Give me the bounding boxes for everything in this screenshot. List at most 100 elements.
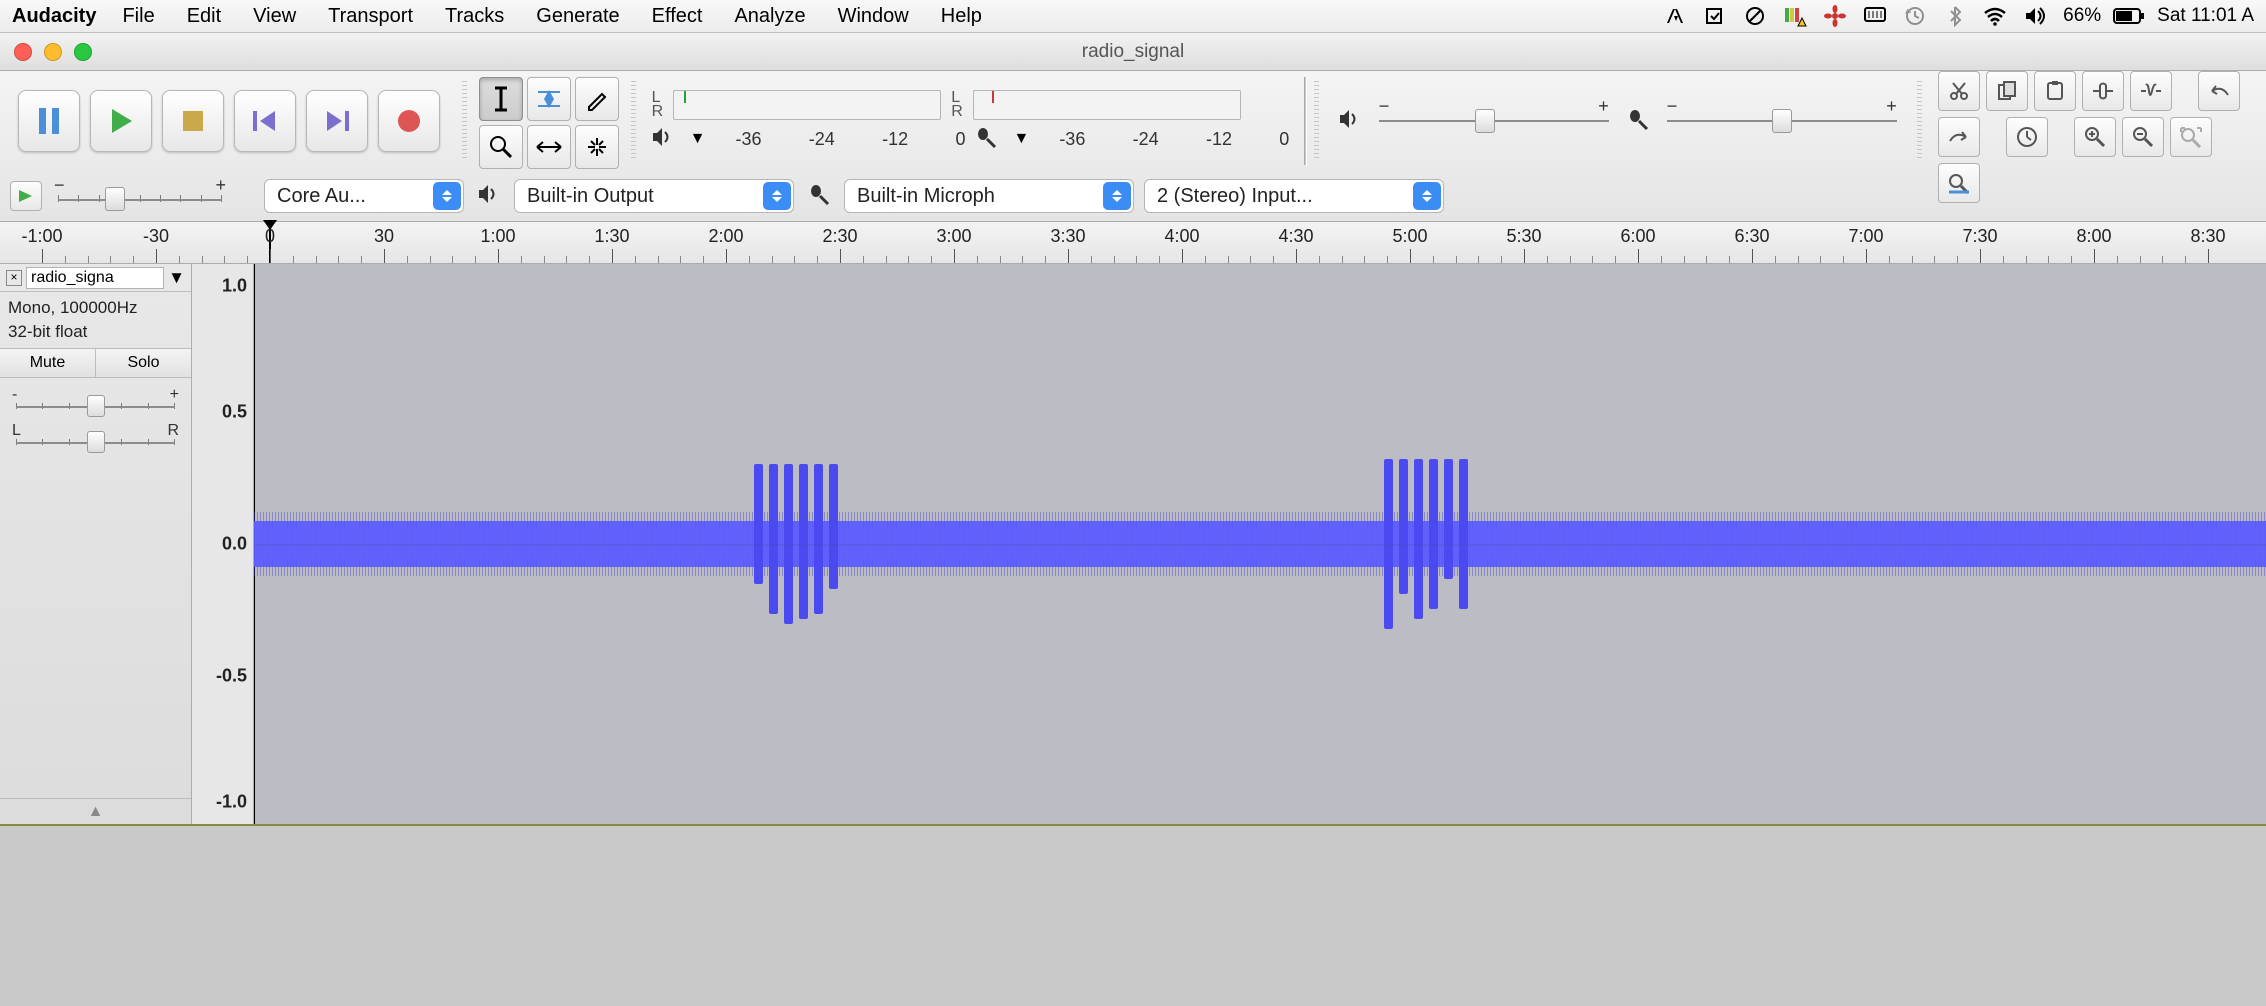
ruler-label: 0 xyxy=(265,226,275,247)
minimize-window-button[interactable] xyxy=(44,43,62,61)
play-at-speed-button[interactable] xyxy=(10,181,42,211)
status-tray: 66% Sat 11:01 A xyxy=(1663,4,2254,28)
input-volume-slider[interactable]: −+ xyxy=(1667,108,1897,134)
skip-end-button[interactable] xyxy=(306,90,368,152)
tools-toolbar xyxy=(471,71,627,171)
close-window-button[interactable] xyxy=(14,43,32,61)
input-volume-icon xyxy=(1627,108,1649,135)
battery-warn-icon[interactable] xyxy=(1783,4,1807,28)
block-icon[interactable] xyxy=(1743,4,1767,28)
copy-button[interactable] xyxy=(1986,71,2028,111)
ruler-label: 7:00 xyxy=(1848,226,1883,247)
zoom-tool-button[interactable] xyxy=(479,125,523,169)
menu-tracks[interactable]: Tracks xyxy=(445,5,504,28)
output-volume-slider[interactable]: −+ xyxy=(1379,108,1609,134)
ruler-label: 5:30 xyxy=(1506,226,1541,247)
record-db-scale: -36-24-120 xyxy=(1059,129,1289,150)
multi-tool-button[interactable] xyxy=(575,125,619,169)
playback-meter-menu-icon[interactable]: ▼ xyxy=(690,130,706,148)
paste-button[interactable] xyxy=(2034,71,2076,111)
timeline-ruler[interactable]: -1:00-300301:001:302:002:303:003:304:004… xyxy=(0,222,2266,264)
record-button[interactable] xyxy=(378,90,440,152)
bluetooth-icon[interactable] xyxy=(1943,4,1967,28)
timemachine-icon[interactable] xyxy=(1903,4,1927,28)
record-meter-menu-icon[interactable]: ▼ xyxy=(1013,130,1029,148)
ruler-label: 4:00 xyxy=(1164,226,1199,247)
fit-selection-button[interactable] xyxy=(2170,117,2212,157)
record-meter[interactable] xyxy=(973,90,1241,120)
track-menu-icon[interactable]: ▼ xyxy=(168,268,185,288)
playback-db-scale: -36-24-120 xyxy=(735,129,965,150)
footer-area xyxy=(0,824,2266,850)
menu-edit[interactable]: Edit xyxy=(187,5,221,28)
ruler-label: 2:30 xyxy=(822,226,857,247)
vertical-scale[interactable]: 1.00.50.0-0.5-1.0 xyxy=(192,264,254,824)
output-device-select[interactable]: Built-in Output xyxy=(514,179,794,213)
envelope-tool-button[interactable] xyxy=(527,77,571,121)
cut-button[interactable] xyxy=(1938,71,1980,111)
zoom-out-button[interactable] xyxy=(2122,117,2164,157)
playback-speed-slider[interactable]: −+ xyxy=(52,181,228,211)
menu-generate[interactable]: Generate xyxy=(536,5,619,28)
timeshift-tool-button[interactable] xyxy=(527,125,571,169)
track-close-button[interactable]: × xyxy=(6,270,22,286)
selection-tool-button[interactable] xyxy=(479,77,523,121)
zoom-in-button[interactable] xyxy=(2074,117,2116,157)
draw-tool-button[interactable] xyxy=(575,77,619,121)
ruler-label: 3:30 xyxy=(1050,226,1085,247)
mic-icon[interactable] xyxy=(975,126,1003,153)
battery-percent: 66% xyxy=(2063,5,2101,27)
ruler-label: -1:00 xyxy=(21,226,62,247)
track-pan-slider[interactable]: LR xyxy=(12,424,179,454)
input-channels-select[interactable]: 2 (Stereo) Input... xyxy=(1144,179,1444,213)
silence-button[interactable] xyxy=(2130,71,2172,111)
redo-button[interactable] xyxy=(1938,117,1980,157)
playback-meter[interactable] xyxy=(673,90,941,120)
track-gain-slider[interactable]: -+ xyxy=(12,388,179,418)
menu-transport[interactable]: Transport xyxy=(328,5,413,28)
undo-button[interactable] xyxy=(2198,71,2240,111)
zoom-window-button[interactable] xyxy=(74,43,92,61)
play-button[interactable] xyxy=(90,90,152,152)
mute-button[interactable]: Mute xyxy=(0,349,96,377)
ruler-label: 6:30 xyxy=(1734,226,1769,247)
battery-icon[interactable] xyxy=(2117,4,2141,28)
stop-button[interactable] xyxy=(162,90,224,152)
ruler-label: 30 xyxy=(374,226,394,247)
macos-menubar: Audacity File Edit View Transport Tracks… xyxy=(0,0,2266,33)
pause-button[interactable] xyxy=(18,90,80,152)
menu-effect[interactable]: Effect xyxy=(652,5,703,28)
meters-toolbar: LR LR ▼ -36-24-120 ▼ -36-24-120 xyxy=(640,71,1302,171)
waveform-display[interactable] xyxy=(254,264,2266,824)
track-name[interactable]: radio_signa xyxy=(26,267,164,289)
mixer-toolbar: −+ −+ xyxy=(1323,71,1913,171)
menu-view[interactable]: View xyxy=(253,5,296,28)
track-area: × radio_signa ▼ Mono, 100000Hz 32-bit fl… xyxy=(0,264,2266,824)
ruler-label: -30 xyxy=(143,226,169,247)
speaker-icon[interactable] xyxy=(652,128,680,151)
adobe-icon[interactable] xyxy=(1663,4,1687,28)
volume-icon[interactable] xyxy=(2023,4,2047,28)
fit-project-button[interactable] xyxy=(1938,163,1980,203)
input-device-select[interactable]: Built-in Microph xyxy=(844,179,1134,213)
menu-window[interactable]: Window xyxy=(838,5,909,28)
input-device-icon xyxy=(804,183,834,210)
track-collapse-button[interactable]: ▲ xyxy=(0,798,191,824)
menu-analyze[interactable]: Analyze xyxy=(734,5,805,28)
sync-icon[interactable] xyxy=(1703,4,1727,28)
skip-start-button[interactable] xyxy=(234,90,296,152)
menu-file[interactable]: File xyxy=(122,5,154,28)
display-icon[interactable] xyxy=(1863,4,1887,28)
trim-button[interactable] xyxy=(2082,71,2124,111)
menu-help[interactable]: Help xyxy=(941,5,982,28)
ruler-label: 1:30 xyxy=(594,226,629,247)
audio-host-select[interactable]: Core Au... xyxy=(264,179,464,213)
solo-button[interactable]: Solo xyxy=(96,349,191,377)
wifi-icon[interactable] xyxy=(1983,4,2007,28)
ruler-label: 8:00 xyxy=(2076,226,2111,247)
ruler-label: 7:30 xyxy=(1962,226,1997,247)
device-toolbar: −+ Core Au... Built-in Output Built-in M… xyxy=(0,171,2266,221)
app-name: Audacity xyxy=(12,5,96,28)
sync-lock-button[interactable] xyxy=(2006,117,2048,157)
flower-icon[interactable] xyxy=(1823,4,1847,28)
